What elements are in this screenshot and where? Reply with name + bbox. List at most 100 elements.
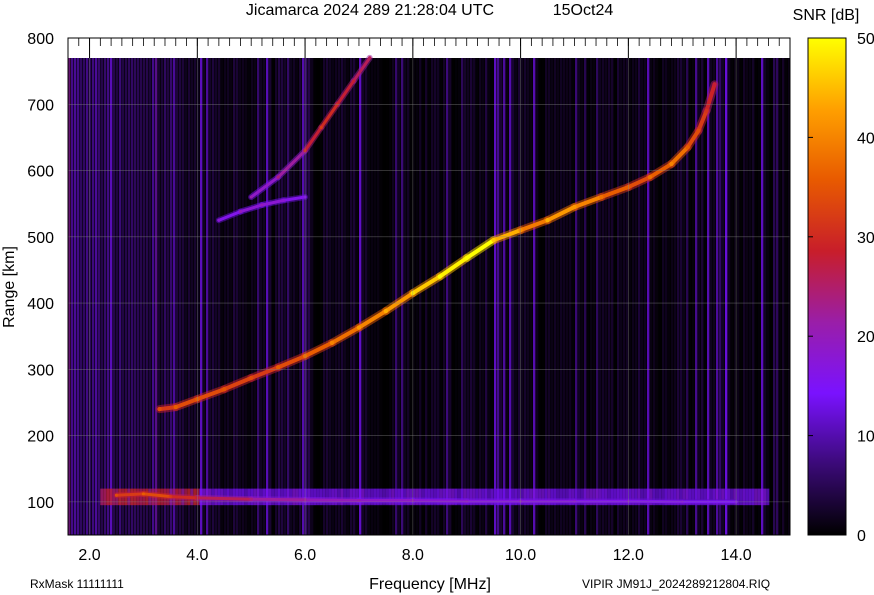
noise-column (632, 58, 635, 535)
noise-column (110, 58, 113, 535)
noise-column (470, 58, 473, 535)
noise-column (209, 58, 212, 535)
trace-point (319, 125, 323, 130)
chart-date: 15Oct24 (553, 2, 614, 19)
noise-column (179, 58, 182, 535)
noise-column (419, 58, 422, 535)
noise-column (560, 58, 563, 535)
noise-column (590, 58, 593, 535)
noise-column (98, 58, 101, 535)
noise-column (674, 58, 677, 535)
x-tick-label: 4.0 (186, 547, 208, 564)
noise-column (653, 58, 656, 535)
noise-column (377, 58, 380, 535)
noise-column (170, 58, 173, 535)
noise-column (452, 58, 455, 535)
noise-column (542, 58, 545, 535)
noise-column (356, 58, 359, 535)
e-layer-band (100, 488, 104, 506)
noise-column (167, 58, 170, 535)
noise-column (359, 58, 362, 535)
noise-column (533, 58, 536, 535)
noise-column (536, 58, 539, 535)
noise-column (617, 58, 620, 535)
noise-column (485, 58, 488, 535)
noise-column (188, 58, 191, 535)
noise-column (248, 58, 251, 535)
noise-column (764, 58, 767, 535)
noise-column (671, 58, 674, 535)
noise-column (506, 58, 509, 535)
noise-column (362, 58, 365, 535)
trace-point (260, 203, 264, 207)
rxmask-label: RxMask 11111111 (30, 577, 124, 591)
trace-point (704, 108, 709, 114)
e-layer-band (748, 488, 752, 506)
noise-column (113, 58, 116, 535)
y-tick-label: 300 (27, 362, 54, 379)
trace-point (464, 255, 469, 261)
y-tick-label: 100 (27, 495, 54, 512)
noise-column (608, 58, 611, 535)
e-layer-band (742, 488, 746, 506)
noise-column (236, 58, 239, 535)
noise-column (737, 58, 740, 535)
trace-point (238, 210, 243, 214)
trace-segment (168, 495, 199, 500)
noise-column (440, 58, 443, 535)
trace-point (491, 237, 496, 243)
noise-column (548, 58, 551, 535)
noise-column (752, 58, 755, 535)
noise-column (629, 58, 632, 535)
noise-column (563, 58, 566, 535)
noise-column (263, 58, 266, 535)
trace-point (712, 82, 717, 87)
noise-column (95, 58, 98, 535)
noise-column (296, 58, 299, 535)
noise-column (713, 58, 716, 535)
noise-column (569, 58, 572, 535)
noise-column (86, 58, 89, 535)
noise-column (620, 58, 623, 535)
noise-column (314, 58, 317, 535)
noise-column (83, 58, 86, 535)
noise-column (107, 58, 110, 535)
noise-column (218, 58, 221, 535)
noise-column (152, 58, 155, 535)
noise-column (605, 58, 608, 535)
noise-column (515, 58, 518, 535)
noise-column (215, 58, 218, 535)
noise-column (344, 58, 347, 535)
noise-column (338, 58, 341, 535)
trace-point (351, 79, 356, 83)
noise-column (200, 58, 203, 535)
noise-column (122, 58, 125, 535)
trace-point (329, 340, 335, 346)
trace-segment (114, 492, 145, 497)
noise-column (647, 58, 650, 535)
noise-column (731, 58, 734, 535)
noise-column (239, 58, 242, 535)
noise-column (140, 58, 143, 535)
noise-column (599, 58, 602, 535)
noise-column (104, 58, 107, 535)
noise-column (257, 58, 260, 535)
trace-point (275, 365, 281, 370)
y-tick-label: 800 (27, 31, 54, 48)
noise-column (242, 58, 245, 535)
noise-column (347, 58, 350, 535)
noise-column (374, 58, 377, 535)
noise-column (785, 58, 788, 535)
x-tick-label: 6.0 (294, 547, 316, 564)
noise-column (341, 58, 344, 535)
noise-column (137, 58, 140, 535)
noise-column (194, 58, 197, 535)
trace-point (599, 194, 604, 200)
noise-column (509, 58, 512, 535)
trace-point (685, 145, 690, 150)
x-tick-label: 12.0 (613, 547, 644, 564)
x-tick-label: 8.0 (402, 547, 424, 564)
noise-column (773, 58, 776, 535)
noise-column (299, 58, 302, 535)
noise-column (635, 58, 638, 535)
